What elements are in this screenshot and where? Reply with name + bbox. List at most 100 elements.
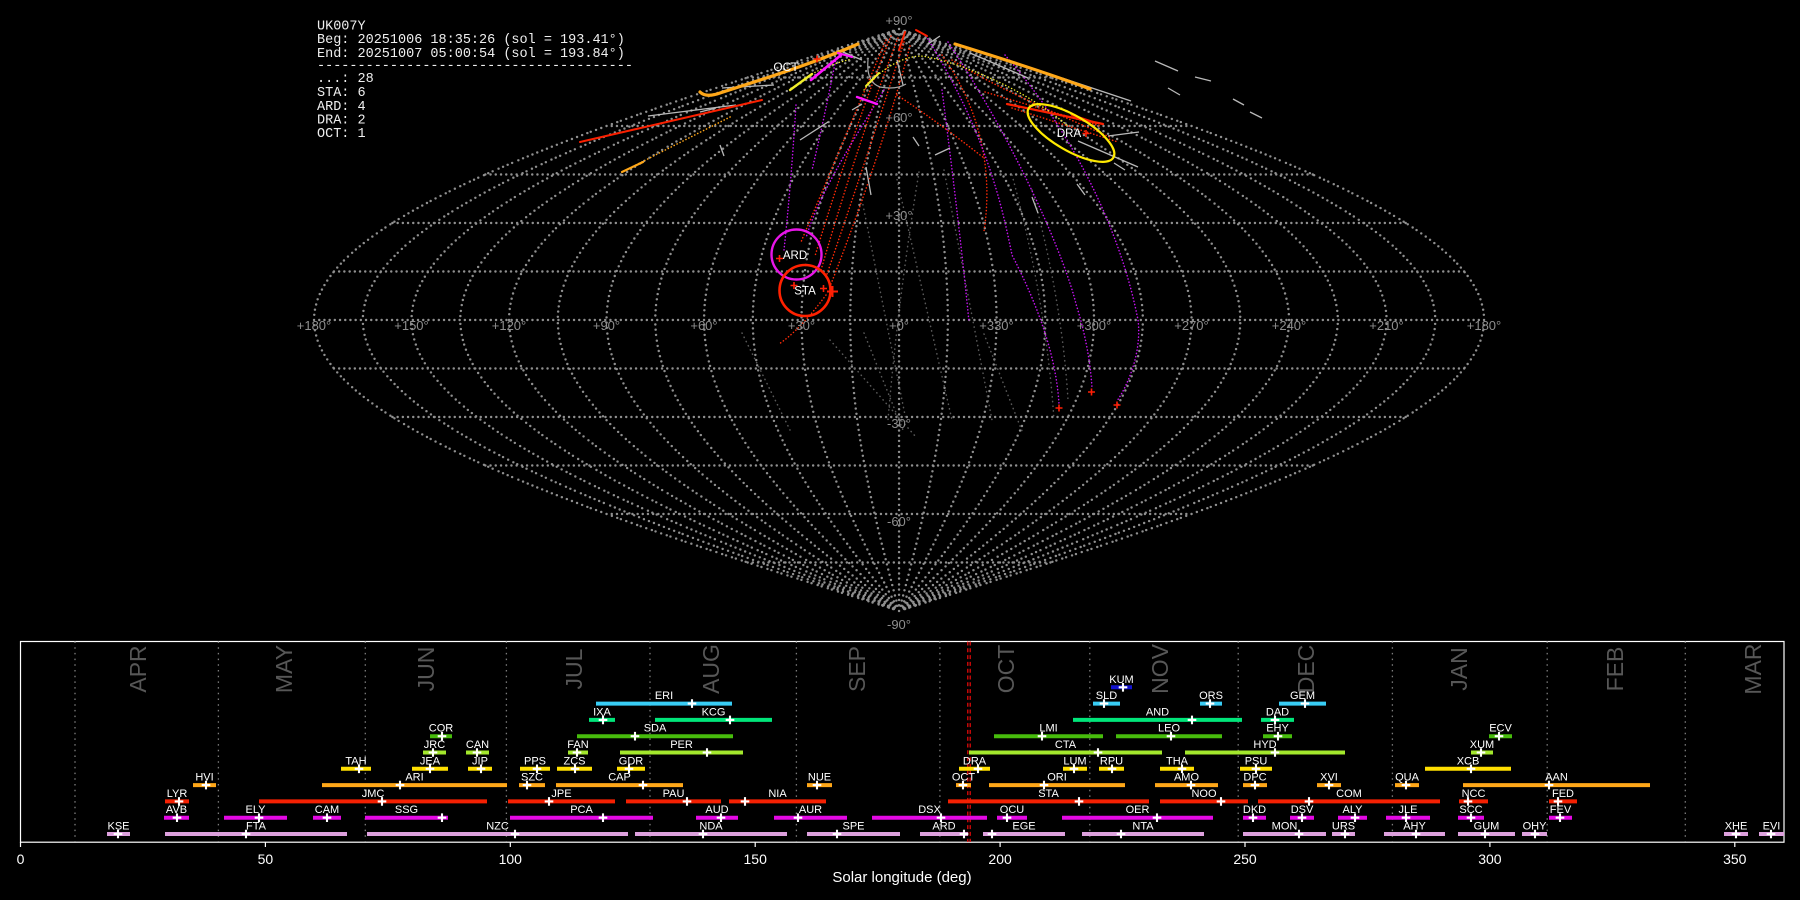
svg-text:+180°: +180° bbox=[1467, 318, 1501, 333]
svg-text:-60°: -60° bbox=[887, 514, 911, 529]
svg-text:FTA: FTA bbox=[246, 821, 267, 833]
svg-text:FEB: FEB bbox=[1602, 647, 1628, 692]
svg-text:STA: 6: STA: 6 bbox=[317, 86, 366, 101]
svg-text:EGE: EGE bbox=[1012, 821, 1035, 833]
svg-text:300: 300 bbox=[1478, 851, 1502, 867]
svg-text:OCT: OCT bbox=[993, 645, 1019, 694]
svg-text:CAM: CAM bbox=[315, 804, 339, 816]
svg-text:100: 100 bbox=[499, 851, 523, 867]
svg-text:ELY: ELY bbox=[246, 804, 267, 816]
svg-text:MAY: MAY bbox=[271, 645, 297, 693]
svg-text:NDA: NDA bbox=[699, 821, 723, 833]
svg-text:NTA: NTA bbox=[1132, 821, 1154, 833]
svg-text:50: 50 bbox=[258, 851, 274, 867]
svg-text:DSX: DSX bbox=[918, 804, 941, 816]
svg-text:200: 200 bbox=[988, 851, 1012, 867]
svg-text:ZCS: ZCS bbox=[564, 755, 586, 767]
svg-text:OER: OER bbox=[1126, 804, 1150, 816]
svg-text:DEC: DEC bbox=[1293, 645, 1319, 694]
svg-text:HYD: HYD bbox=[1253, 739, 1276, 751]
svg-text:LYR: LYR bbox=[167, 788, 188, 800]
svg-text:GEM: GEM bbox=[1290, 690, 1315, 702]
svg-text:AHY: AHY bbox=[1403, 821, 1426, 833]
svg-text:THA: THA bbox=[1166, 755, 1189, 767]
svg-text:150: 150 bbox=[744, 851, 768, 867]
svg-text:+60°: +60° bbox=[690, 318, 717, 333]
svg-text:COR: COR bbox=[429, 723, 454, 735]
svg-text:DSV: DSV bbox=[1291, 804, 1314, 816]
svg-text:NIA: NIA bbox=[768, 788, 787, 800]
svg-text:0: 0 bbox=[17, 851, 25, 867]
svg-text:DAD: DAD bbox=[1266, 706, 1289, 718]
svg-text:OCT: OCT bbox=[952, 772, 976, 784]
svg-text:FEV: FEV bbox=[1550, 804, 1572, 816]
svg-text:CAP: CAP bbox=[608, 772, 631, 784]
svg-text:PCA: PCA bbox=[570, 804, 593, 816]
svg-text:+90°: +90° bbox=[593, 318, 620, 333]
svg-text:SSG: SSG bbox=[395, 804, 418, 816]
svg-text:LUM: LUM bbox=[1063, 755, 1086, 767]
svg-text:NOV: NOV bbox=[1147, 643, 1173, 694]
svg-text:AUD: AUD bbox=[705, 804, 728, 816]
svg-text:XCB: XCB bbox=[1457, 755, 1480, 767]
svg-text:+60°: +60° bbox=[885, 110, 912, 125]
svg-text:+300°: +300° bbox=[1077, 318, 1111, 333]
svg-text:JAN: JAN bbox=[1446, 647, 1472, 690]
svg-text:Solar longitude (deg): Solar longitude (deg) bbox=[832, 869, 971, 886]
svg-text:JPE: JPE bbox=[551, 788, 571, 800]
svg-text:CTA: CTA bbox=[1055, 739, 1077, 751]
svg-text:NOO: NOO bbox=[1191, 788, 1217, 800]
svg-text:ALY: ALY bbox=[1343, 804, 1364, 816]
svg-text:SEP: SEP bbox=[844, 646, 870, 692]
svg-text:...: 28: ...: 28 bbox=[317, 72, 374, 87]
svg-text:JRC: JRC bbox=[424, 739, 445, 751]
svg-text:+90°: +90° bbox=[885, 13, 912, 28]
svg-text:KSE: KSE bbox=[107, 821, 129, 833]
svg-text:STA: STA bbox=[794, 286, 816, 298]
svg-text:+270°: +270° bbox=[1174, 318, 1208, 333]
svg-text:EHY: EHY bbox=[1266, 723, 1289, 735]
svg-text:ORI: ORI bbox=[1047, 772, 1067, 784]
svg-text:AND: AND bbox=[1146, 706, 1169, 718]
svg-text:FED: FED bbox=[1552, 788, 1574, 800]
svg-text:Beg: 20251006 18:35:26 (sol =: Beg: 20251006 18:35:26 (sol = 193.41°) bbox=[317, 33, 625, 48]
svg-text:+0°: +0° bbox=[889, 318, 909, 333]
svg-text:PPS: PPS bbox=[524, 755, 546, 767]
svg-text:-30°: -30° bbox=[887, 416, 911, 431]
svg-text:SZC: SZC bbox=[521, 772, 543, 784]
svg-text:TAH: TAH bbox=[345, 755, 366, 767]
svg-text:OCU: OCU bbox=[1000, 804, 1025, 816]
svg-text:DPC: DPC bbox=[1243, 772, 1266, 784]
svg-text:AUG: AUG bbox=[698, 644, 724, 694]
svg-text:NCC: NCC bbox=[1462, 788, 1486, 800]
svg-text:DKD: DKD bbox=[1243, 804, 1266, 816]
svg-text:AAN: AAN bbox=[1545, 772, 1568, 784]
svg-text:OCT: 1: OCT: 1 bbox=[317, 127, 366, 142]
svg-text:DRA: DRA bbox=[1057, 128, 1082, 140]
svg-text:AVB: AVB bbox=[166, 804, 187, 816]
svg-text:OCT: OCT bbox=[773, 60, 799, 74]
svg-text:JEA: JEA bbox=[420, 755, 441, 767]
svg-text:SCC: SCC bbox=[1459, 804, 1482, 816]
svg-text:APR: APR bbox=[125, 645, 151, 692]
svg-text:OHY: OHY bbox=[1523, 821, 1548, 833]
svg-text:HVI: HVI bbox=[195, 772, 213, 784]
svg-text:GUM: GUM bbox=[1474, 821, 1500, 833]
svg-text:+240°: +240° bbox=[1272, 318, 1306, 333]
svg-text:+180°: +180° bbox=[297, 318, 331, 333]
svg-text:QUA: QUA bbox=[1395, 772, 1420, 784]
svg-text:DRA: DRA bbox=[963, 755, 987, 767]
svg-text:ORS: ORS bbox=[1199, 690, 1223, 702]
svg-text:ARD: ARD bbox=[783, 250, 807, 262]
svg-text:SLD: SLD bbox=[1096, 690, 1117, 702]
svg-text:MON: MON bbox=[1272, 821, 1298, 833]
svg-text:XUM: XUM bbox=[1470, 739, 1494, 751]
svg-text:NZC: NZC bbox=[486, 821, 509, 833]
svg-text:+120°: +120° bbox=[492, 318, 526, 333]
svg-text:XVI: XVI bbox=[1320, 772, 1338, 784]
svg-text:CAN: CAN bbox=[466, 739, 489, 751]
svg-text:+210°: +210° bbox=[1369, 318, 1403, 333]
svg-text:+30°: +30° bbox=[885, 208, 912, 223]
svg-text:SPE: SPE bbox=[842, 821, 864, 833]
svg-text:ARI: ARI bbox=[405, 772, 423, 784]
